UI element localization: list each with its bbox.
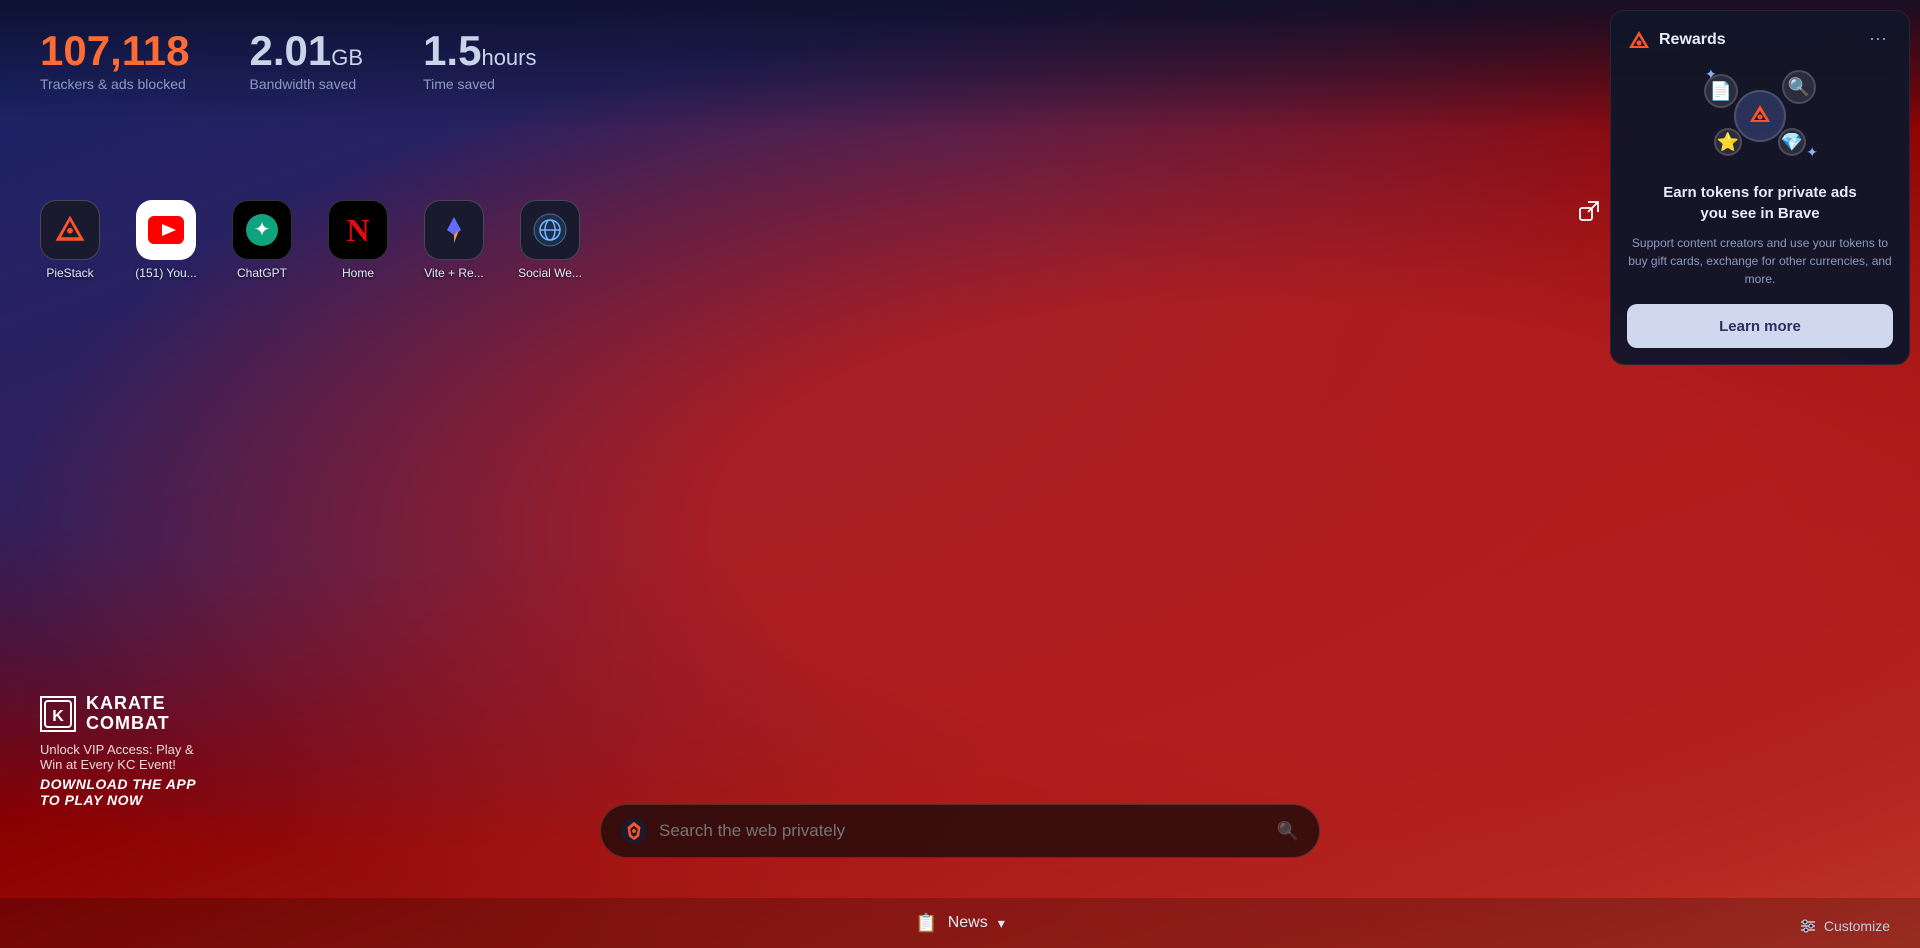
- rewards-menu-button[interactable]: ⋯: [1863, 27, 1893, 52]
- bandwidth-label: Bandwidth saved: [250, 76, 364, 92]
- news-chevron-icon: ▾: [998, 915, 1005, 932]
- trackers-value: 107,118: [40, 28, 190, 74]
- rewards-panel: Rewards ⋯ ✦ 📄 🔍 ⭐ 💎 ✦ Earn tokens for pr…: [1610, 10, 1910, 365]
- reward-circle-center: [1734, 90, 1786, 142]
- kc-branding: K KARATECOMBAT Unlock VIP Access: Play &…: [40, 694, 196, 808]
- shortcut-youtube-label: (151) You...: [126, 266, 206, 280]
- customize-icon: [1800, 918, 1816, 934]
- reward-circle-tl: 📄: [1704, 74, 1738, 108]
- search-input[interactable]: [659, 821, 1265, 841]
- reward-circle-tr: 🔍: [1782, 70, 1816, 104]
- rewards-body-desc: Support content creators and use your to…: [1627, 234, 1893, 288]
- shortcut-chatgpt-label: ChatGPT: [222, 266, 302, 280]
- bandwidth-stat: 2.01GB Bandwidth saved: [250, 28, 364, 92]
- kc-subtitle: Unlock VIP Access: Play &Win at Every KC…: [40, 742, 196, 772]
- rewards-illustration: ✦ 📄 🔍 ⭐ 💎 ✦: [1627, 66, 1893, 166]
- search-magnifier-icon: 🔍: [1277, 821, 1299, 842]
- news-bar[interactable]: 📋 News ▾: [0, 898, 1920, 948]
- rewards-header: Rewards ⋯: [1627, 27, 1893, 52]
- reward-circle-bl: ⭐: [1714, 128, 1742, 156]
- shortcut-youtube[interactable]: (151) You...: [126, 200, 206, 280]
- customize-label: Customize: [1824, 918, 1890, 934]
- shortcut-chatgpt-icon: ✦: [232, 200, 292, 260]
- customize-button[interactable]: Customize: [1800, 918, 1890, 934]
- news-icon: 📋: [915, 913, 937, 934]
- shortcuts-row: PieStack (151) You... ✦ ChatGPT N Home: [30, 200, 590, 280]
- shortcut-vite-icon: [424, 200, 484, 260]
- rewards-icons-cluster: ✦ 📄 🔍 ⭐ 💎 ✦: [1700, 66, 1820, 166]
- time-label: Time saved: [423, 76, 536, 92]
- sparkle-icon-2: ✦: [1806, 144, 1818, 161]
- external-link-icon[interactable]: [1578, 200, 1600, 228]
- rewards-body-title: Earn tokens for private adsyou see in Br…: [1627, 182, 1893, 224]
- shortcut-socialweb[interactable]: Social We...: [510, 200, 590, 280]
- trackers-label: Trackers & ads blocked: [40, 76, 190, 92]
- time-value: 1.5hours: [423, 28, 536, 74]
- shortcut-vite[interactable]: Vite + Re...: [414, 200, 494, 280]
- search-bar[interactable]: 🔍: [600, 804, 1320, 858]
- brave-search-icon: [621, 818, 647, 844]
- rewards-title-row: Rewards: [1627, 28, 1726, 52]
- stats-bar: 107,118 Trackers & ads blocked 2.01GB Ba…: [40, 28, 537, 92]
- bandwidth-value: 2.01GB: [250, 28, 364, 74]
- svg-text:✦: ✦: [254, 219, 271, 241]
- shortcut-chatgpt[interactable]: ✦ ChatGPT: [222, 200, 302, 280]
- kc-logo-text: KARATECOMBAT: [86, 694, 170, 734]
- trackers-stat: 107,118 Trackers & ads blocked: [40, 28, 190, 92]
- svg-text:K: K: [52, 708, 64, 725]
- learn-more-label: Learn more: [1719, 318, 1801, 335]
- shortcut-socialweb-icon: [520, 200, 580, 260]
- shortcut-piestack[interactable]: PieStack: [30, 200, 110, 280]
- kc-cta: DOWNLOAD THE APPTO PLAY NOW: [40, 776, 196, 808]
- shortcut-home-icon: N: [328, 200, 388, 260]
- learn-more-button[interactable]: Learn more: [1627, 304, 1893, 348]
- reward-circle-br: 💎: [1778, 128, 1806, 156]
- rewards-title: Rewards: [1659, 31, 1726, 49]
- kc-logo-icon: K: [40, 696, 76, 732]
- news-label[interactable]: News: [948, 914, 988, 932]
- shortcut-home[interactable]: N Home: [318, 200, 398, 280]
- time-stat: 1.5hours Time saved: [423, 28, 536, 92]
- shortcut-youtube-icon: [136, 200, 196, 260]
- kc-logo-row: K KARATECOMBAT: [40, 694, 196, 734]
- shortcut-piestack-icon: [40, 200, 100, 260]
- search-container: 🔍: [600, 804, 1320, 858]
- shortcut-piestack-label: PieStack: [30, 266, 110, 280]
- shortcut-socialweb-label: Social We...: [510, 266, 590, 280]
- shortcut-vite-label: Vite + Re...: [414, 266, 494, 280]
- rewards-logo-icon: [1627, 28, 1651, 52]
- shortcut-home-label: Home: [318, 266, 398, 280]
